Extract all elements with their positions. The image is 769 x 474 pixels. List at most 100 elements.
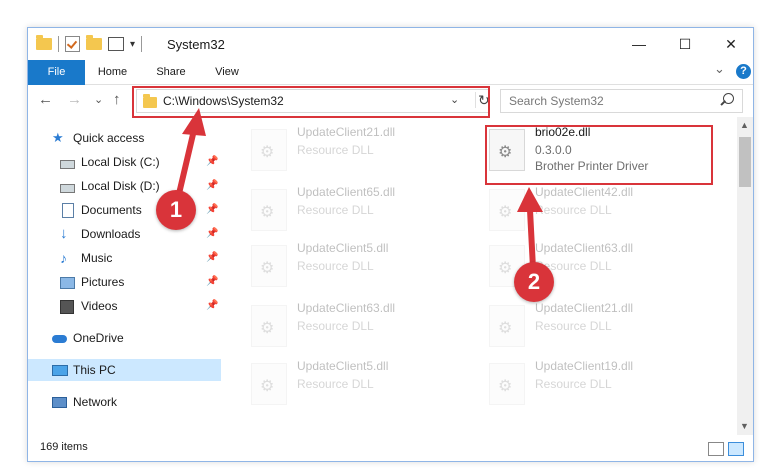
pin-icon[interactable]: 📌 bbox=[206, 175, 218, 197]
file-name: UpdateClient21.dll bbox=[535, 301, 634, 315]
sidebar-item-network[interactable]: Network bbox=[28, 391, 221, 413]
details-view-icon[interactable] bbox=[708, 442, 724, 456]
tab-home[interactable]: Home bbox=[85, 60, 140, 84]
file-name: UpdateClient19.dll bbox=[535, 359, 634, 373]
pictures-icon bbox=[60, 277, 75, 289]
folder-icon[interactable] bbox=[36, 35, 52, 50]
file-item[interactable]: UpdateClient5.dll Resource DLL bbox=[251, 357, 466, 409]
back-button[interactable]: ← bbox=[38, 91, 53, 108]
sidebar-item-label: Local Disk (C:) bbox=[81, 155, 160, 169]
sidebar-item-videos[interactable]: Videos 📌 bbox=[28, 295, 221, 317]
file-name: UpdateClient5.dll bbox=[297, 241, 389, 255]
properties-check-icon[interactable] bbox=[65, 36, 80, 52]
ribbon-collapse-icon[interactable]: ⌄ bbox=[714, 61, 725, 77]
drive-icon bbox=[60, 184, 75, 193]
forward-button[interactable]: → bbox=[67, 91, 82, 108]
sidebar-item-label: Quick access bbox=[73, 131, 145, 145]
file-item[interactable]: UpdateClient65.dll Resource DLL bbox=[251, 183, 466, 235]
file-type: Resource DLL bbox=[535, 377, 612, 391]
search-input[interactable]: Search System32 bbox=[500, 89, 743, 113]
dll-file-icon bbox=[489, 363, 525, 405]
ribbon-tabs: File Home Share View ⌄ ? bbox=[28, 60, 753, 112]
star-icon: ★ bbox=[52, 130, 64, 145]
sidebar-item-local-disk-c[interactable]: Local Disk (C:) 📌 bbox=[28, 151, 221, 173]
separator bbox=[141, 36, 143, 52]
sidebar-item-pictures[interactable]: Pictures 📌 bbox=[28, 271, 221, 293]
scroll-up-icon[interactable]: ▲ bbox=[740, 120, 749, 130]
pin-icon[interactable]: 📌 bbox=[206, 199, 218, 221]
sidebar-item-onedrive[interactable]: OneDrive bbox=[28, 327, 221, 349]
separator bbox=[58, 36, 59, 52]
tiles-view-icon[interactable] bbox=[728, 442, 744, 456]
file-type: Resource DLL bbox=[297, 377, 374, 391]
file-type: Resource DLL bbox=[297, 143, 374, 157]
file-item[interactable]: UpdateClient19.dll Resource DLL bbox=[489, 357, 704, 409]
sidebar-item-quick-access[interactable]: ★ Quick access bbox=[28, 127, 221, 149]
qat-dropdown-icon[interactable]: ▾ bbox=[130, 39, 135, 50]
dll-file-icon bbox=[251, 245, 287, 287]
pin-icon[interactable]: 📌 bbox=[206, 271, 218, 293]
scroll-thumb[interactable] bbox=[739, 137, 751, 187]
search-placeholder: Search System32 bbox=[509, 94, 604, 108]
file-item[interactable]: UpdateClient63.dll Resource DLL bbox=[251, 299, 466, 351]
pin-icon[interactable]: 📌 bbox=[206, 151, 218, 173]
minimize-button[interactable]: — bbox=[616, 28, 662, 60]
documents-icon bbox=[62, 203, 74, 218]
file-item[interactable]: UpdateClient21.dll Resource DLL bbox=[489, 299, 704, 351]
status-bar: 169 items bbox=[28, 435, 753, 461]
file-type: Resource DLL bbox=[535, 203, 612, 217]
sidebar-item-label: Pictures bbox=[81, 275, 125, 289]
step-badge-1: 1 bbox=[156, 190, 196, 230]
quick-access-toolbar: ▾ bbox=[36, 35, 143, 53]
scroll-down-icon[interactable]: ▼ bbox=[740, 421, 749, 431]
dll-file-icon bbox=[489, 189, 525, 231]
pin-icon[interactable]: 📌 bbox=[206, 295, 218, 317]
dll-file-icon bbox=[251, 189, 287, 231]
vertical-scrollbar[interactable]: ▲ ▼ bbox=[737, 117, 753, 435]
recent-locations-button[interactable]: ⌄ bbox=[94, 93, 103, 106]
music-icon: ♪ bbox=[60, 250, 67, 266]
customize-icon[interactable] bbox=[108, 37, 124, 51]
file-name: UpdateClient63.dll bbox=[297, 301, 396, 315]
pin-icon[interactable]: 📌 bbox=[206, 247, 218, 269]
file-name: UpdateClient63.dll bbox=[535, 241, 634, 255]
sidebar-item-music[interactable]: ♪ Music 📌 bbox=[28, 247, 221, 269]
dll-file-icon bbox=[251, 305, 287, 347]
file-name: UpdateClient65.dll bbox=[297, 185, 396, 199]
file-type: Resource DLL bbox=[297, 203, 374, 217]
file-item[interactable]: UpdateClient5.dll Resource DLL bbox=[251, 239, 466, 291]
file-type: Resource DLL bbox=[297, 319, 374, 333]
file-item[interactable]: UpdateClient21.dll Resource DLL bbox=[251, 123, 466, 175]
sidebar-item-downloads[interactable]: ↓ Downloads 📌 bbox=[28, 223, 221, 245]
sidebar-item-label: Network bbox=[73, 395, 118, 409]
sidebar-item-label: Downloads bbox=[81, 227, 141, 241]
item-count: 169 items bbox=[40, 441, 88, 453]
close-button[interactable]: ✕ bbox=[708, 28, 754, 60]
file-type: Resource DLL bbox=[297, 259, 374, 273]
tab-share[interactable]: Share bbox=[146, 60, 196, 84]
sidebar-item-label: This PC bbox=[73, 363, 116, 377]
help-icon[interactable]: ? bbox=[736, 64, 751, 79]
sidebar-item-this-pc[interactable]: This PC bbox=[28, 359, 221, 381]
dll-file-icon bbox=[489, 305, 525, 347]
dll-file-icon bbox=[251, 129, 287, 171]
window-title: System32 bbox=[167, 37, 225, 52]
sidebar-item-local-disk-d[interactable]: Local Disk (D:) 📌 bbox=[28, 175, 221, 197]
address-highlight-box bbox=[132, 86, 490, 118]
maximize-button[interactable]: ☐ bbox=[662, 28, 708, 60]
network-icon bbox=[52, 397, 67, 408]
pin-icon[interactable]: 📌 bbox=[206, 223, 218, 245]
file-name: UpdateClient5.dll bbox=[297, 359, 389, 373]
file-item[interactable]: UpdateClient42.dll Resource DLL bbox=[489, 183, 704, 235]
file-type: Resource DLL bbox=[535, 319, 612, 333]
file-name: UpdateClient42.dll bbox=[535, 185, 634, 199]
sidebar-item-label: Documents bbox=[81, 203, 142, 217]
cloud-icon bbox=[52, 335, 67, 343]
sidebar-item-label: Videos bbox=[81, 299, 118, 313]
sidebar-item-label: Music bbox=[81, 251, 113, 265]
search-icon[interactable] bbox=[723, 93, 734, 104]
new-folder-icon[interactable] bbox=[86, 35, 102, 50]
tab-view[interactable]: View bbox=[204, 60, 250, 84]
up-button[interactable]: ↑ bbox=[113, 91, 121, 108]
file-name: UpdateClient21.dll bbox=[297, 125, 396, 139]
